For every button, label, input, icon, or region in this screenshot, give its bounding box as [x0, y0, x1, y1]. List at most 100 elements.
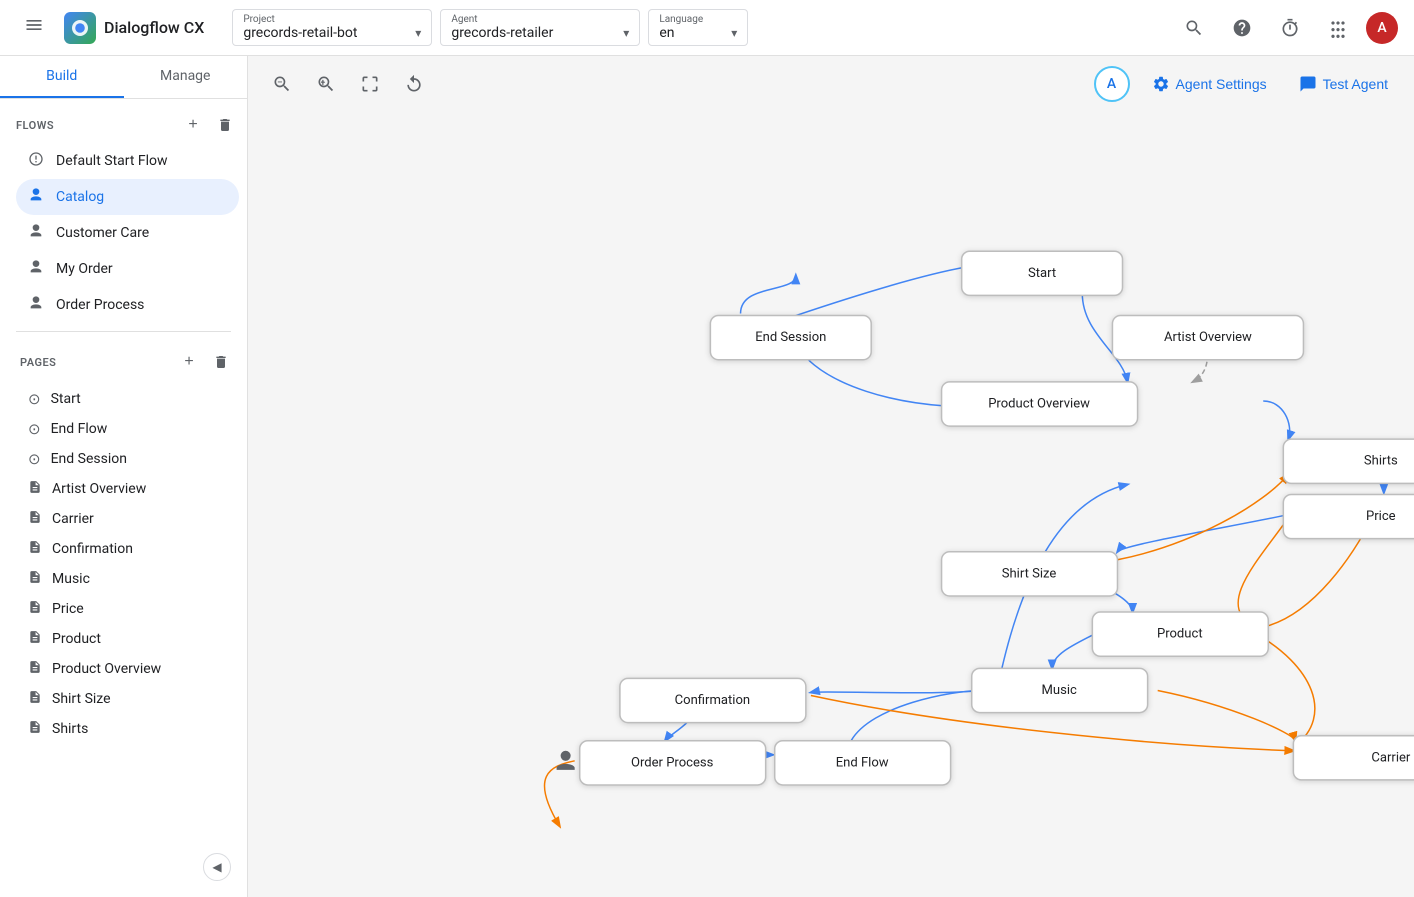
page-price[interactable]: Price	[16, 594, 239, 624]
svg-text:Confirmation: Confirmation	[675, 693, 750, 708]
user-avatar[interactable]: A	[1366, 12, 1398, 44]
node-start[interactable]: Start	[962, 251, 1123, 295]
reset-view-button[interactable]	[396, 66, 432, 102]
help-button[interactable]	[1222, 8, 1262, 48]
page-start-label: Start	[51, 391, 81, 407]
page-shirt-size[interactable]: Shirt Size	[16, 684, 239, 714]
page-product-overview-icon	[28, 660, 42, 678]
page-product[interactable]: Product	[16, 624, 239, 654]
tab-manage[interactable]: Manage	[124, 56, 248, 98]
flow-catalog-label: Catalog	[56, 189, 104, 205]
sidebar: Build Manage FLOWS + Default Start Flow	[0, 56, 248, 897]
project-label: Project	[243, 14, 421, 25]
agent-settings-button[interactable]: Agent Settings	[1142, 69, 1277, 99]
page-product-overview-label: Product Overview	[52, 661, 161, 677]
pages-section: PAGES + ⊙ Start ⊙ End Flow ⊙ End Session	[0, 336, 247, 748]
flow-item-default[interactable]: Default Start Flow	[16, 143, 239, 179]
collapse-sidebar-button[interactable]: ◀	[203, 853, 231, 881]
flow-item-myorder[interactable]: My Order	[16, 251, 239, 287]
flow-catalog-icon	[28, 187, 44, 207]
svg-text:Start: Start	[1028, 266, 1056, 281]
agent-label: Agent	[451, 14, 629, 25]
page-shirts-label: Shirts	[52, 721, 88, 737]
page-confirmation-label: Confirmation	[52, 541, 133, 557]
svg-text:Order Process: Order Process	[631, 755, 714, 770]
apps-button[interactable]	[1318, 8, 1358, 48]
language-value: en ▾	[659, 25, 737, 41]
node-shirt-size[interactable]: Shirt Size	[942, 552, 1118, 596]
zoom-in-button[interactable]	[308, 66, 344, 102]
page-price-icon	[28, 600, 42, 618]
svg-text:Product: Product	[1157, 627, 1203, 642]
svg-text:Product Overview: Product Overview	[988, 396, 1090, 411]
logo-text: Dialogflow CX	[104, 18, 204, 37]
page-product-icon	[28, 630, 42, 648]
delete-page-button[interactable]	[207, 348, 235, 376]
pages-header: PAGES +	[16, 340, 239, 380]
page-carrier-label: Carrier	[52, 511, 94, 527]
menu-icon[interactable]	[16, 7, 52, 48]
flow-item-catalog[interactable]: Catalog	[16, 179, 239, 215]
test-agent-label: Test Agent	[1323, 76, 1388, 92]
agent-dropdown[interactable]: Agent grecords-retailer ▾	[440, 9, 640, 46]
canvas-toolbar: A Agent Settings Test Agent	[248, 56, 1414, 112]
page-music[interactable]: Music	[16, 564, 239, 594]
fit-view-button[interactable]	[352, 66, 388, 102]
language-dropdown[interactable]: Language en ▾	[648, 9, 748, 46]
page-artist-overview[interactable]: Artist Overview	[16, 474, 239, 504]
node-carrier[interactable]: Carrier	[1293, 736, 1414, 780]
node-price[interactable]: Price	[1283, 494, 1414, 538]
add-flow-button[interactable]: +	[179, 111, 207, 139]
agent-value: grecords-retailer ▾	[451, 25, 629, 41]
canvas-right-actions: A Agent Settings Test Agent	[1094, 66, 1398, 102]
page-music-label: Music	[52, 571, 90, 587]
page-artist-overview-label: Artist Overview	[52, 481, 146, 497]
flow-default-label: Default Start Flow	[56, 153, 168, 169]
add-page-button[interactable]: +	[175, 348, 203, 376]
svg-text:Shirt Size: Shirt Size	[1002, 566, 1057, 581]
flow-item-customercare[interactable]: Customer Care	[16, 215, 239, 251]
main-layout: Build Manage FLOWS + Default Start Flow	[0, 56, 1414, 897]
node-confirmation[interactable]: Confirmation	[620, 678, 806, 722]
page-confirmation[interactable]: Confirmation	[16, 534, 239, 564]
topbar: Dialogflow CX Project grecords-retail-bo…	[0, 0, 1414, 56]
sidebar-tabs: Build Manage	[0, 56, 247, 99]
node-end-flow[interactable]: End Flow	[775, 741, 951, 785]
page-end-flow[interactable]: ⊙ End Flow	[16, 414, 239, 444]
node-music[interactable]: Music	[972, 668, 1148, 712]
canvas-agent-avatar[interactable]: A	[1094, 66, 1130, 102]
page-product-overview[interactable]: Product Overview	[16, 654, 239, 684]
node-order-process[interactable]: Order Process	[580, 741, 766, 785]
search-button[interactable]	[1174, 8, 1214, 48]
zoom-out-button[interactable]	[264, 66, 300, 102]
topbar-actions: A	[1174, 8, 1398, 48]
flows-section: FLOWS + Default Start Flow Catalog	[0, 99, 247, 327]
node-product[interactable]: Product	[1092, 612, 1268, 656]
node-product-overview[interactable]: Product Overview	[942, 382, 1138, 426]
agent-settings-label: Agent Settings	[1176, 76, 1267, 92]
page-shirts[interactable]: Shirts	[16, 714, 239, 744]
project-dropdown[interactable]: Project grecords-retail-bot ▾	[232, 9, 432, 46]
node-end-session[interactable]: End Session	[710, 316, 871, 360]
svg-text:End Flow: End Flow	[836, 755, 889, 770]
tab-build[interactable]: Build	[0, 56, 124, 98]
page-carrier[interactable]: Carrier	[16, 504, 239, 534]
node-artist-overview[interactable]: Artist Overview	[1112, 316, 1303, 360]
page-end-session-label: End Session	[51, 451, 127, 467]
flow-item-orderprocess[interactable]: Order Process	[16, 287, 239, 323]
page-end-session[interactable]: ⊙ End Session	[16, 444, 239, 474]
test-agent-button[interactable]: Test Agent	[1289, 69, 1398, 99]
canvas-area: A Agent Settings Test Agent	[248, 56, 1414, 897]
page-shirt-size-icon	[28, 690, 42, 708]
svg-text:Carrier: Carrier	[1371, 750, 1411, 765]
page-start[interactable]: ⊙ Start	[16, 384, 239, 414]
svg-text:Music: Music	[1042, 683, 1077, 698]
flow-myorder-label: My Order	[56, 261, 113, 277]
delete-flow-button[interactable]	[211, 111, 239, 139]
flows-label: FLOWS	[16, 119, 54, 132]
flow-orderprocess-label: Order Process	[56, 297, 144, 313]
order-process-person-icon	[557, 751, 575, 770]
timer-button[interactable]	[1270, 8, 1310, 48]
node-shirts[interactable]: Shirts	[1283, 439, 1414, 483]
language-label: Language	[659, 14, 737, 25]
